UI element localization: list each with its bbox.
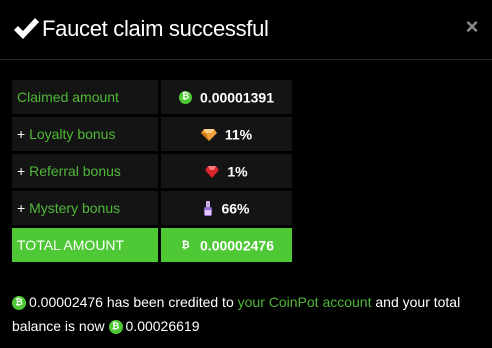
close-button[interactable]: × (464, 16, 480, 38)
table-row: + Loyalty bonus 11% (12, 117, 292, 151)
mystery-bonus-value: 66% (221, 200, 250, 217)
credited-amount: 0.00002476 (29, 294, 103, 310)
row-label-cell: + Loyalty bonus (12, 117, 158, 151)
referral-bonus-label: Referral bonus (29, 163, 121, 179)
row-label-cell: + Mystery bonus (12, 191, 158, 225)
claimed-amount-value: 0.00001391 (200, 89, 274, 106)
row-label-cell: Claimed amount (12, 80, 158, 114)
ruby-icon (205, 165, 220, 178)
loyalty-bonus-label: Loyalty bonus (29, 126, 116, 142)
total-row: TOTAL AMOUNT ₿ 0.00002476 (12, 228, 292, 262)
row-prefix: + (17, 126, 30, 142)
row-value-cell: 66% (161, 191, 292, 225)
row-value-cell: 1% (161, 154, 292, 188)
mystery-bonus-label: Mystery bonus (29, 200, 121, 216)
total-amount-label: TOTAL AMOUNT (17, 237, 125, 253)
table-row: + Mystery bonus 66% (12, 191, 292, 225)
total-amount-value: 0.00002476 (200, 237, 274, 254)
row-value-cell: ₿ 0.00001391 (161, 80, 292, 114)
table-row: Claimed amount ₿ 0.00001391 (12, 80, 292, 114)
coinpot-account-link[interactable]: your CoinPot account (238, 294, 372, 310)
row-prefix: + (17, 163, 30, 179)
total-value-cell: ₿ 0.00002476 (161, 228, 292, 262)
bitcoin-coin-icon: ₿ (108, 320, 123, 335)
row-value-cell: 11% (161, 117, 292, 151)
loyalty-bonus-value: 11% (224, 126, 253, 143)
checkmark-icon (14, 18, 39, 39)
bitcoin-coin-icon: ₿ (181, 240, 190, 252)
dialog-title: Faucet claim successful (42, 16, 269, 41)
dialog-header: Faucet claim successful × (0, 0, 492, 60)
total-balance: 0.00026619 (125, 318, 200, 334)
message-text: has been credited to (102, 294, 238, 310)
claim-summary-table: Claimed amount ₿ 0.00001391 + Loyalty bon… (9, 77, 295, 265)
row-prefix: + (17, 200, 30, 216)
bitcoin-coin-icon: ₿ (12, 296, 26, 311)
row-label-cell: + Referral bonus (12, 154, 158, 188)
credit-message: ₿ 0.00002476 has been credited to your Co… (12, 290, 482, 338)
claimed-amount-label: Claimed amount (17, 89, 119, 105)
loyalty-gem-icon (200, 128, 217, 141)
bitcoin-coin-icon: ₿ (179, 91, 193, 105)
referral-bonus-value: 1% (227, 163, 248, 180)
total-label-cell: TOTAL AMOUNT (12, 228, 158, 262)
table-row: + Referral bonus 1% (12, 154, 292, 188)
potion-icon (204, 200, 213, 216)
